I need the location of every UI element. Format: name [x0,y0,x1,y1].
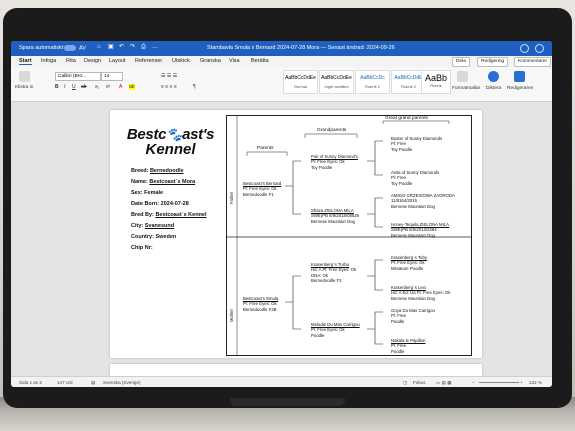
great-grandparent-1: Buster of Sunny Diamonds Pl: Free Toy Pood… [391,136,443,152]
proofing-icon[interactable]: ▤ [91,380,95,386]
microphone-icon[interactable] [488,71,499,82]
account-icon[interactable] [535,44,544,53]
grandparent-ff: Puk of Sunny Diamond's Pl: Free Eyes: Ok T… [311,154,358,170]
pedigree-table: Parents Grandparents Great grand parents… [226,115,472,356]
superscript-button[interactable]: x² [106,84,110,90]
mother-entry: Bestcoast's Smula Pl: Free Eyes: Ok Berned… [243,296,279,312]
style-no-spacing[interactable]: AaBbCcDdEe Inget avstånd [319,70,354,94]
strike-button[interactable]: ab [81,84,87,90]
breed-row: Breed: Bernedoodle [131,168,184,174]
title-bar: Spara automatiskt AV ⌂ ▣ ↶ ↷ ⎙ … Stambav… [11,41,552,56]
grandparent-mf: Krasenberg´s Turbo Hd: A Pl: Free Eyes: O… [311,262,357,284]
comments-button[interactable]: Kommentarer [514,57,552,67]
grandparent-mm: Melodie Du Mas Carrigou Pl: Free Eyes: Ok… [311,322,360,338]
parents-header: Parents [257,146,274,151]
subscript-button[interactable]: x₂ [95,84,99,90]
document-canvas[interactable]: Bestc🐾ast's Kennel Breed: Bernedoodle Na… [11,102,552,384]
home-icon[interactable]: ⌂ [97,44,104,51]
great-grandparents-header: Great grand parents [385,116,428,121]
quick-access-toolbar: ⌂ ▣ ↶ ↷ ⎙ … [97,44,159,51]
editor-label: Redigeraren [507,86,534,91]
tab-beratta[interactable]: Berätta [251,58,269,64]
undo-icon[interactable]: ↶ [119,44,126,51]
zoom-level[interactable]: 132 % [529,380,542,385]
grandparents-header: Grandparents [317,128,347,133]
document-title: Stambavla Smula x Bernard 2024-07-28 Mor… [207,45,395,51]
language-indicator[interactable]: Svenska (Sverige) [103,380,141,385]
search-icon[interactable] [520,44,529,53]
font-name-select[interactable]: Calibri (Brö... [55,72,101,81]
tab-utskick[interactable]: Utskick [172,58,190,64]
redo-icon[interactable]: ↷ [130,44,137,51]
editing-button[interactable]: Redigering [477,57,509,67]
great-grandparent-6: Krasenberg´s Lexi Hd: A Ed: Ua Pl: Free E… [391,285,451,301]
bold-button[interactable]: B [55,84,59,90]
ribbon-toolbar: Klistra in Calibri (Brö... 14 B I U ab x… [11,67,552,102]
italic-button[interactable]: I [64,84,65,90]
tab-referenser[interactable]: Referenser [135,58,162,64]
list-icons[interactable]: ☰ ☰ ☰ [161,73,177,79]
zoom-out-icon[interactable]: − [472,380,475,385]
bred-by-row: Bred By: Bestcoast´s Kennel [131,212,207,218]
focus-button[interactable]: Fokus [413,380,426,385]
more-icon[interactable]: … [152,44,159,51]
date-born-row: Date Born: 2024-07-28 [131,201,189,207]
view-icons[interactable]: ▭ ▤ ▦ [436,380,452,386]
great-grandparent-8: Nakala le Papillon Pl: Free Poodle [391,338,426,354]
style-title[interactable]: AaBb Rubrik [421,70,451,94]
great-grandparent-4: Honey-Tequila ZIELONA MILA SWE(PB 8/9/201… [391,222,450,238]
underline-button[interactable]: U [72,84,76,90]
chip-row: Chip Nr: [131,245,153,251]
father-entry: Bestcoast's Bernard Pl: Free Eyes: Ok Bern… [243,181,282,197]
styles-pane-icon[interactable] [457,71,468,82]
page-count[interactable]: Sida 1 av 2 [19,380,42,385]
font-color-icon[interactable]: A [119,84,122,90]
dictate-label: Diktera [486,86,502,91]
focus-icon[interactable]: ◫ [403,380,407,386]
kennel-logo: Bestc🐾ast's Kennel [126,126,215,158]
share-button[interactable]: Dela [452,57,470,67]
tab-start[interactable]: Start [19,58,32,65]
country-row: Country: Sweden [131,234,177,240]
autosave-toggle[interactable]: AV [61,45,86,51]
paragraph-mark-icon[interactable]: ¶ [193,84,196,90]
laptop-screen: Spara automatiskt AV ⌂ ▣ ↶ ↷ ⎙ … Stambav… [11,41,552,387]
font-size-select[interactable]: 14 [101,72,123,81]
great-grandparent-3: AMIGO GRZESIOWA ZAGRODA 11/8164/2015 Berne… [391,193,455,209]
print-icon[interactable]: ⎙ [141,44,148,51]
name-row: Name: Bestcoast´s Mora [131,179,196,185]
style-normal[interactable]: AaBbCcDdEe Normal [283,70,318,94]
tab-visa[interactable]: Visa [229,58,240,64]
styles-pane-label: Formatmallar [452,86,481,91]
autosave-label: Spara automatiskt [19,45,64,51]
tab-layout[interactable]: Layout [109,58,126,64]
style-heading-1[interactable]: AaBbCcDc Rubrik 1 [355,70,390,94]
paste-icon[interactable] [19,71,30,82]
document-page-1[interactable]: Bestc🐾ast's Kennel Breed: Bernedoodle Na… [110,110,482,358]
sex-row: Sex: Female [131,190,164,196]
mother-label: Mother [229,308,234,322]
tab-infoga[interactable]: Infoga [41,58,56,64]
window-controls [520,44,544,53]
father-label: Father [229,191,234,204]
editor-icon[interactable] [514,71,525,82]
tab-design[interactable]: Design [84,58,101,64]
great-grandparent-7: Goya Du Mas Carrigou Pl: Free Poodle [391,308,435,324]
word-count[interactable]: 147 ord [57,380,73,385]
zoom-in-icon[interactable]: + [520,380,523,385]
great-grandparent-5: Krasenberg´s Toby Pl: Free Eyes: Ok Miniat… [391,255,427,271]
great-grandparent-2: Avita of Sunny Diamonds Pl: Free Toy Poodl… [391,170,440,186]
status-bar: Sida 1 av 2 147 ord ▤ Svenska (Sverige) … [11,376,552,387]
highlight-icon[interactable]: ab [129,84,135,90]
ribbon-tabs: Start Infoga Rita Design Layout Referens… [11,56,552,67]
grandparent-fm: Shaza ZIELONA MILA SWE(PB 8/9/2018/08526 B… [311,208,360,224]
tab-granska[interactable]: Granska [200,58,221,64]
zoom-slider[interactable] [479,382,519,383]
paste-label: Klistra in [15,85,34,90]
city-row: City: Svanesund [131,223,175,229]
laptop-hinge [230,398,345,406]
align-icons[interactable]: ≡ ≡ ≡ ≡ [161,84,177,90]
save-icon[interactable]: ▣ [108,44,115,51]
tab-rita[interactable]: Rita [66,58,76,64]
